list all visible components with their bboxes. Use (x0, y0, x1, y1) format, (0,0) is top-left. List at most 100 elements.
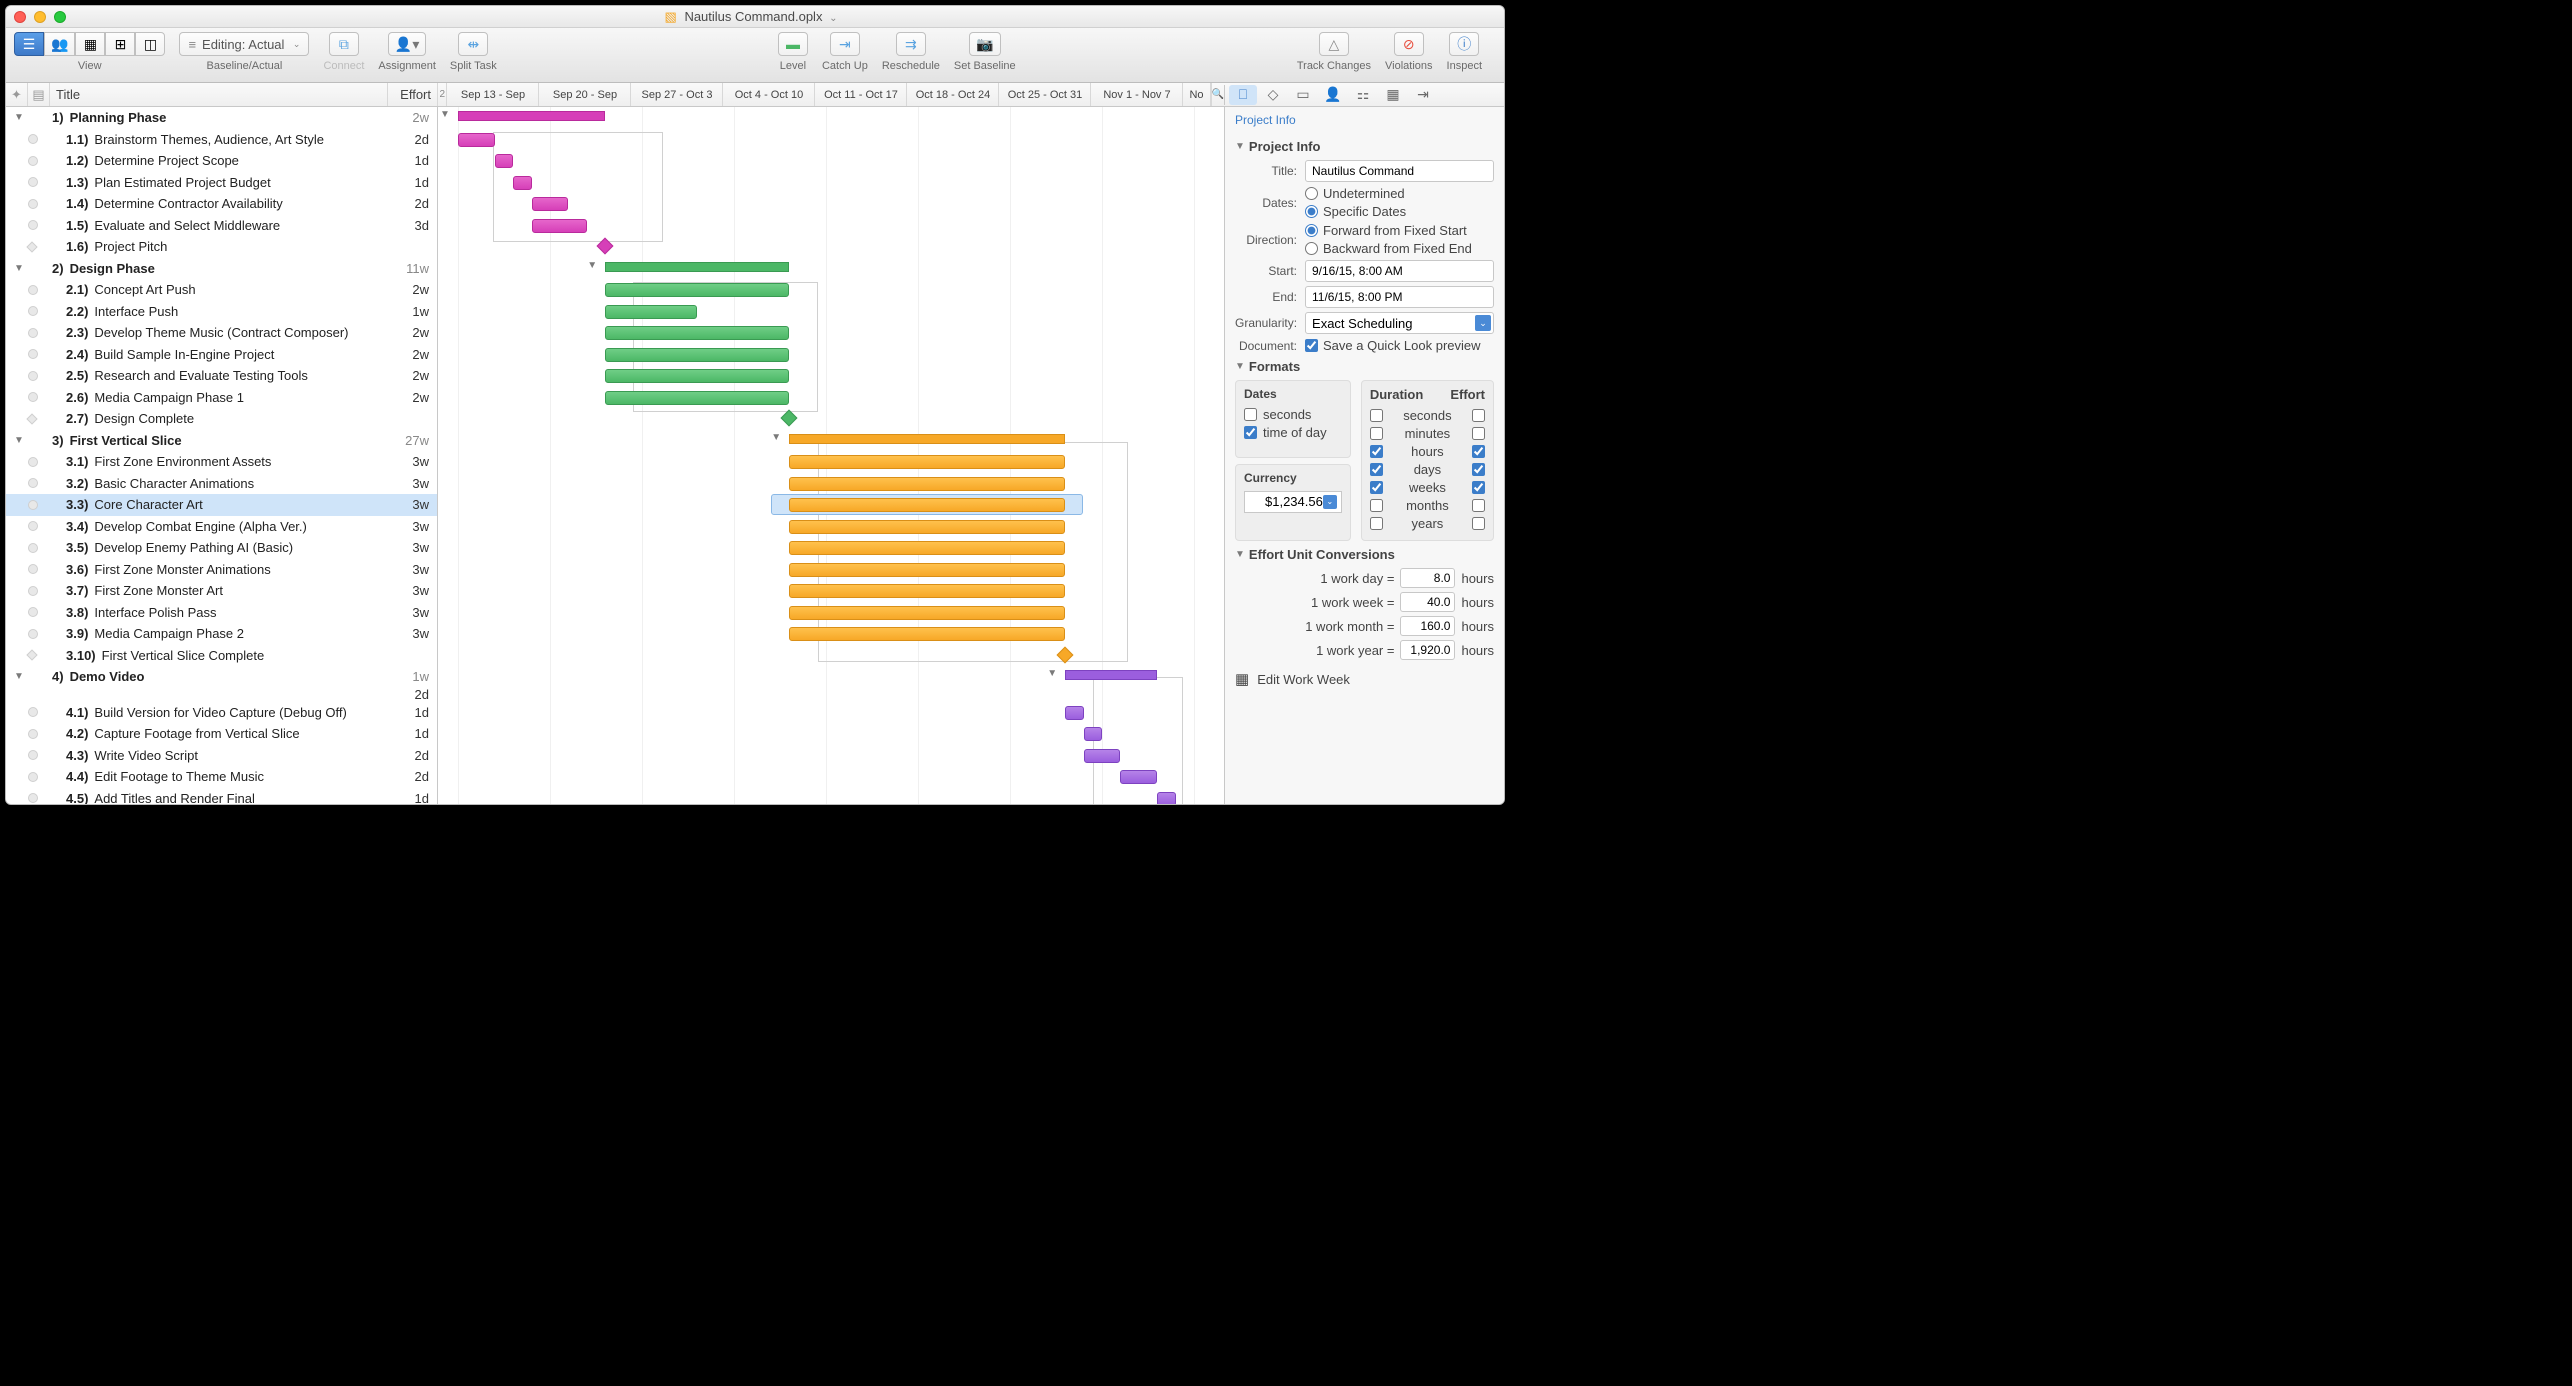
dur-hours[interactable] (1370, 445, 1383, 458)
task-bar[interactable] (1120, 770, 1157, 784)
gantt-zoom-icon[interactable]: 🔍 (1211, 83, 1224, 106)
task-bar[interactable] (1065, 706, 1083, 720)
summary-bar[interactable] (789, 434, 1065, 444)
eff-days[interactable] (1472, 463, 1485, 476)
task-bar[interactable] (513, 176, 531, 190)
catchup-button[interactable]: ⇥ (830, 32, 860, 56)
task-row[interactable]: 1.4)Determine Contractor Availability2d (6, 193, 437, 215)
conv-month-input[interactable] (1400, 616, 1455, 636)
view-network-button[interactable]: ⊞ (105, 32, 135, 56)
task-row[interactable]: 3.9)Media Campaign Phase 23w (6, 623, 437, 645)
task-row[interactable]: 2.7)Design Complete (6, 408, 437, 430)
task-bar[interactable] (789, 584, 1065, 598)
timeline-week-1[interactable]: Sep 20 - Sep (539, 83, 631, 106)
timeline-week-6[interactable]: Oct 25 - Oct 31 (999, 83, 1091, 106)
timeline-week-0[interactable]: Sep 13 - Sep (447, 83, 539, 106)
task-outline[interactable]: ▼1)Planning Phase2w1.1)Brainstorm Themes… (6, 107, 438, 804)
dur-weeks[interactable] (1370, 481, 1383, 494)
section-formats[interactable]: ▼Formats (1235, 359, 1494, 374)
task-bar[interactable] (532, 197, 569, 211)
baseline-actual-selector[interactable]: ≡ Editing: Actual ⌄ (179, 32, 309, 56)
task-row[interactable]: 3.7)First Zone Monster Art3w (6, 580, 437, 602)
eff-hours[interactable] (1472, 445, 1485, 458)
task-row[interactable]: ▼2)Design Phase11w (6, 258, 437, 280)
milestones-inspector-tab[interactable]: ◇ (1259, 85, 1287, 105)
effort-col-header[interactable]: Effort (388, 83, 438, 106)
task-row[interactable]: 2.5)Research and Evaluate Testing Tools2… (6, 365, 437, 387)
tod-checkbox[interactable]: time of day (1244, 425, 1342, 440)
split-task-button[interactable]: ⇹ (458, 32, 488, 56)
note-col-header[interactable]: ▤ (28, 83, 50, 106)
dates-specific-radio[interactable]: Specific Dates (1305, 204, 1406, 219)
task-bar[interactable] (458, 133, 495, 147)
task-bar[interactable] (789, 606, 1065, 620)
task-bar[interactable] (495, 154, 513, 168)
task-bar[interactable] (605, 305, 697, 319)
dur-years[interactable] (1370, 517, 1383, 530)
custom-inspector-tab[interactable]: ▦ (1379, 85, 1407, 105)
gantt-chart[interactable]: ▼▼▼▼ (438, 107, 1224, 804)
assignment-button[interactable]: 👤▾ (388, 32, 426, 56)
edit-work-week-button[interactable]: ▦Edit Work Week (1235, 670, 1494, 688)
task-bar[interactable] (789, 520, 1065, 534)
currency-select[interactable]: $1,234.56⌄ (1244, 491, 1342, 513)
task-row[interactable]: 2.6)Media Campaign Phase 12w (6, 387, 437, 409)
eff-months[interactable] (1472, 499, 1485, 512)
task-row[interactable]: 3.3)Core Character Art3w (6, 494, 437, 516)
task-row[interactable]: 3.4)Develop Combat Engine (Alpha Ver.)3w (6, 516, 437, 538)
gantt-disclosure-icon[interactable]: ▼ (771, 432, 781, 443)
gantt-disclosure-icon[interactable]: ▼ (1047, 668, 1057, 679)
dur-months[interactable] (1370, 499, 1383, 512)
set-baseline-button[interactable]: 📷 (969, 32, 1000, 56)
timeline-week-8[interactable]: No (1183, 83, 1210, 106)
task-row[interactable]: 1.2)Determine Project Scope1d (6, 150, 437, 172)
task-row[interactable]: 3.1)First Zone Environment Assets3w (6, 451, 437, 473)
resource-inspector-tab[interactable]: 👤 (1319, 85, 1347, 105)
view-style-button[interactable]: ◫ (135, 32, 165, 56)
disclosure-triangle-icon[interactable]: ▼ (14, 671, 24, 682)
title-chevron-icon[interactable]: ⌄ (829, 13, 837, 24)
export-inspector-tab[interactable]: ⇥ (1409, 85, 1437, 105)
task-row[interactable]: 4.3)Write Video Script2d (6, 745, 437, 767)
timeline-week-4[interactable]: Oct 11 - Oct 17 (815, 83, 907, 106)
gantt-disclosure-icon[interactable]: ▼ (587, 260, 597, 271)
task-bar[interactable] (605, 283, 789, 297)
task-inspector-tab[interactable]: ▭ (1289, 85, 1317, 105)
end-date-input[interactable] (1305, 286, 1494, 308)
disclosure-triangle-icon[interactable]: ▼ (14, 435, 24, 446)
task-row[interactable]: 3.8)Interface Polish Pass3w (6, 602, 437, 624)
disclosure-triangle-icon[interactable]: ▼ (14, 112, 24, 123)
task-bar[interactable] (605, 391, 789, 405)
reschedule-button[interactable]: ⇉ (896, 32, 926, 56)
dur-days[interactable] (1370, 463, 1383, 476)
task-row[interactable]: ▼1)Planning Phase2w (6, 107, 437, 129)
dates-undetermined-radio[interactable]: Undetermined (1305, 186, 1406, 201)
task-bar[interactable] (789, 477, 1065, 491)
granularity-select[interactable]: Exact Scheduling⌄ (1305, 312, 1494, 334)
task-bar[interactable] (605, 369, 789, 383)
task-bar[interactable] (789, 541, 1065, 555)
timeline-week-3[interactable]: Oct 4 - Oct 10 (723, 83, 815, 106)
status-col-header[interactable]: ✦ (6, 83, 28, 106)
task-bar[interactable] (532, 219, 587, 233)
dur-minutes[interactable] (1370, 427, 1383, 440)
task-row[interactable]: 3.10)First Vertical Slice Complete (6, 645, 437, 667)
connect-button[interactable]: ⧉ (329, 32, 359, 56)
section-project-info[interactable]: ▼Project Info (1235, 139, 1494, 154)
dur-seconds[interactable] (1370, 409, 1383, 422)
task-bar[interactable] (789, 627, 1065, 641)
summary-bar[interactable] (605, 262, 789, 272)
task-row[interactable]: ▼4)Demo Video1w (6, 666, 437, 688)
task-row[interactable]: 2.3)Develop Theme Music (Contract Compos… (6, 322, 437, 344)
task-row[interactable]: 3.2)Basic Character Animations3w (6, 473, 437, 495)
eff-seconds[interactable] (1472, 409, 1485, 422)
timeline-scroll-left[interactable]: 2 (438, 83, 447, 106)
seconds-checkbox[interactable]: seconds (1244, 407, 1342, 422)
timeline-week-5[interactable]: Oct 18 - Oct 24 (907, 83, 999, 106)
eff-minutes[interactable] (1472, 427, 1485, 440)
task-row[interactable]: 2.4)Build Sample In-Engine Project2w (6, 344, 437, 366)
zoom-icon[interactable] (54, 11, 66, 23)
task-row[interactable]: 4.2)Capture Footage from Vertical Slice1… (6, 723, 437, 745)
track-changes-button[interactable]: △ (1319, 32, 1349, 56)
styles-inspector-tab[interactable]: ⚏ (1349, 85, 1377, 105)
